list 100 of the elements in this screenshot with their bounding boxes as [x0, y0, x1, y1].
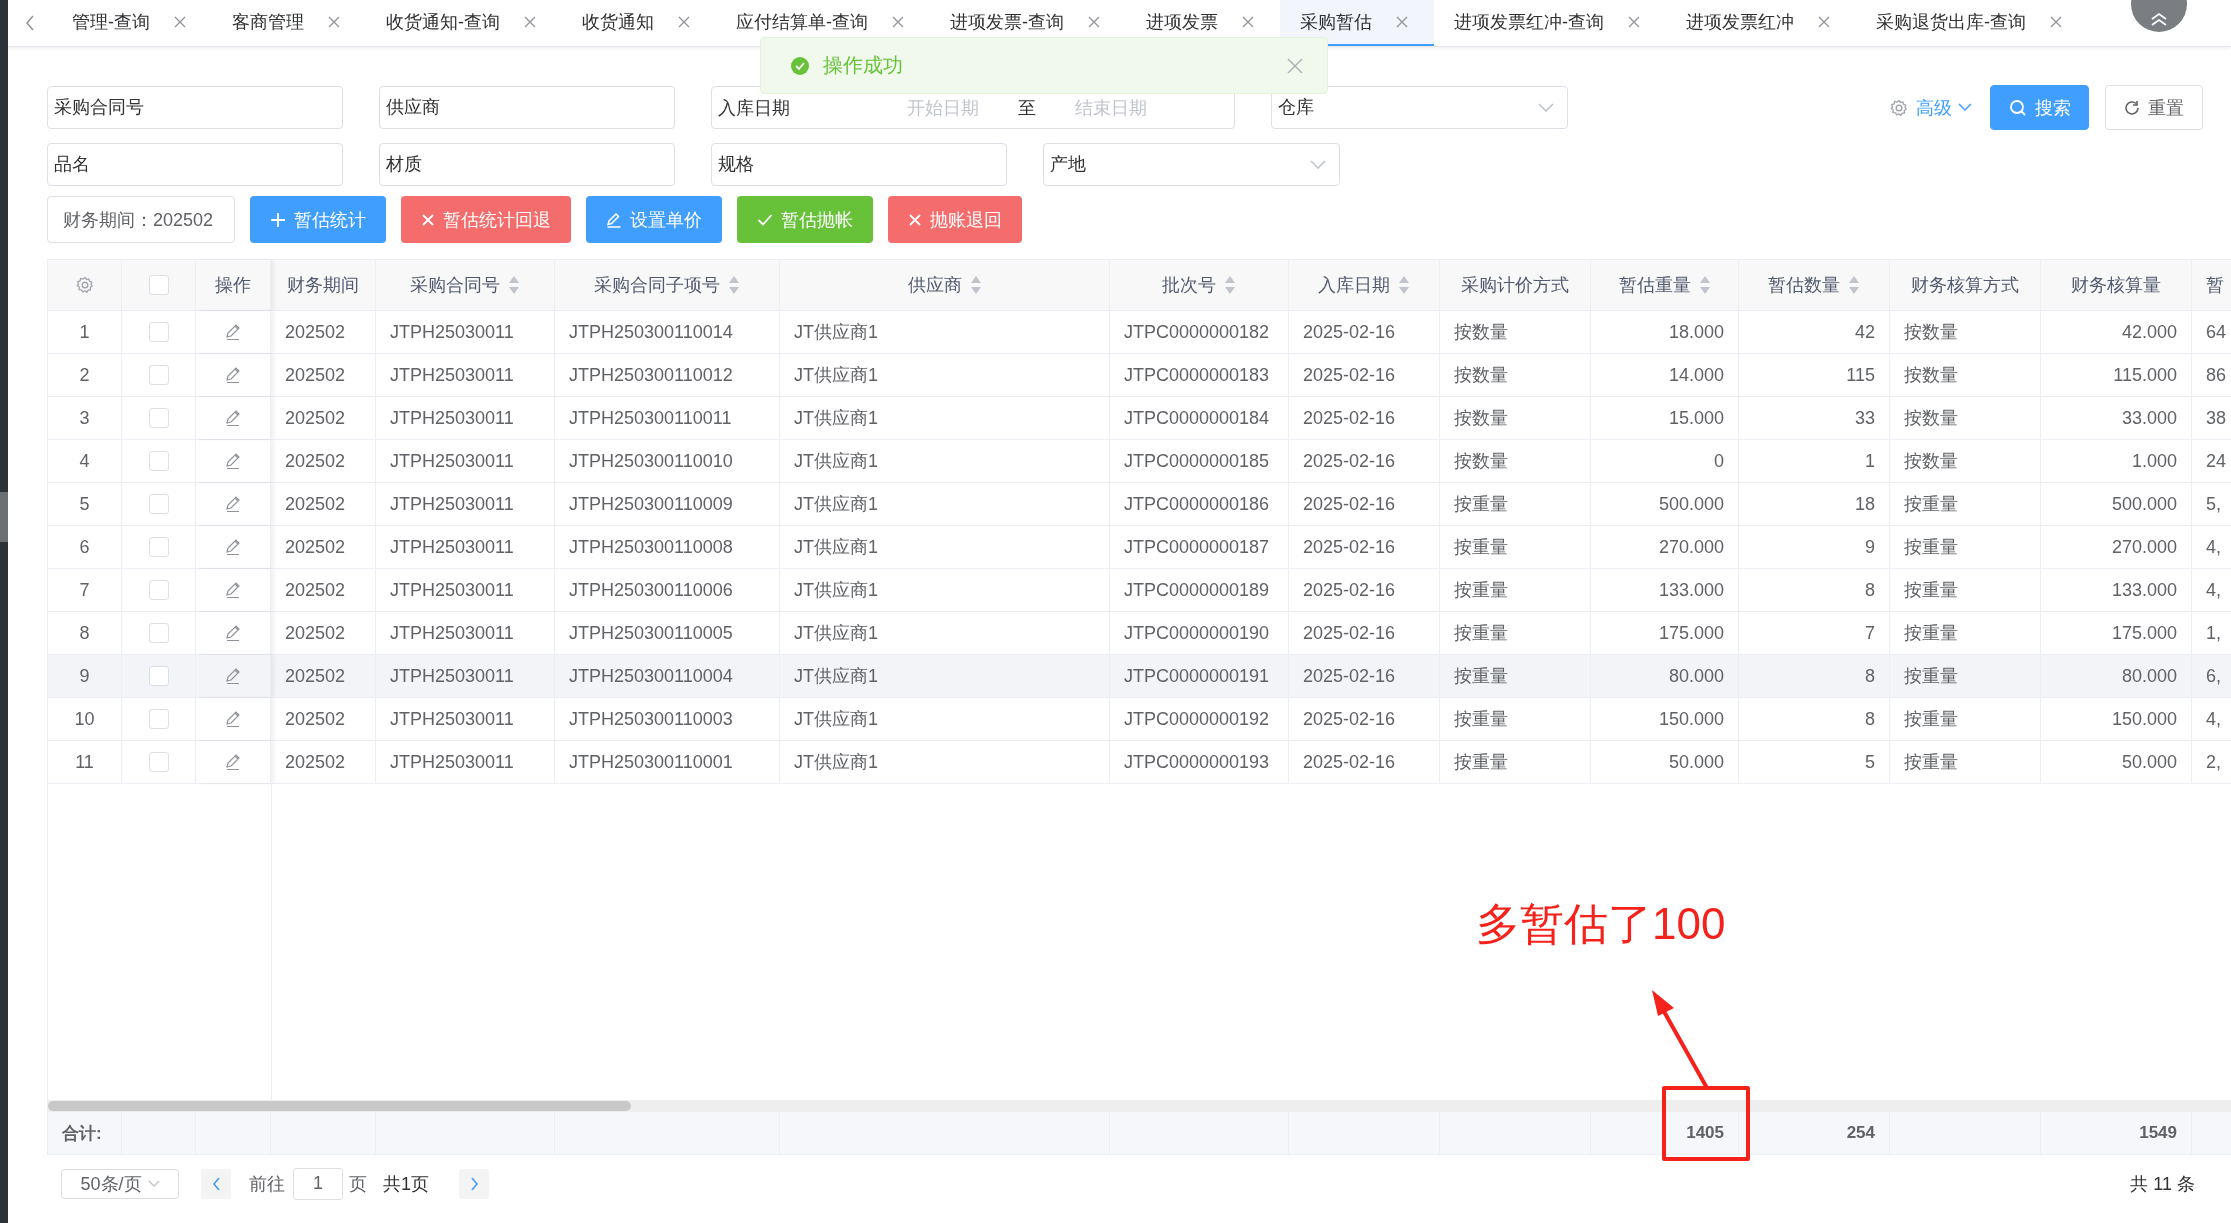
- checkbox[interactable]: [148, 709, 169, 729]
- close-icon[interactable]: [2050, 16, 2062, 28]
- sort-icon[interactable]: [508, 275, 520, 295]
- close-icon[interactable]: [174, 16, 186, 28]
- tab[interactable]: 进项发票红冲: [1666, 0, 1856, 46]
- tab[interactable]: 应付结算单-查询: [716, 0, 930, 46]
- text-field[interactable]: 供应商: [379, 86, 675, 129]
- column-header[interactable]: 采购计价方式: [1461, 273, 1569, 297]
- pencil-icon[interactable]: [224, 409, 242, 427]
- column-header[interactable]: 采购合同子项号: [594, 273, 740, 297]
- pencil-icon[interactable]: [224, 452, 242, 470]
- table-row[interactable]: 4 202502 JTPH25030011 JTPH250300110010 JT供应商1 JTPC0000000185 2025-02-16 按数量 0 1 按数量 1.000 24: [48, 440, 2231, 483]
- close-icon[interactable]: [678, 16, 690, 28]
- close-icon[interactable]: [1088, 16, 1100, 28]
- pencil-icon[interactable]: [224, 753, 242, 771]
- column-header[interactable]: 暂估重量: [1618, 273, 1711, 297]
- page-size-select[interactable]: 50条/页: [61, 1168, 179, 1199]
- collapse-handle[interactable]: [0, 492, 8, 542]
- scrollbar-thumb[interactable]: [48, 1101, 631, 1111]
- table-row[interactable]: 11 202502 JTPH25030011 JTPH250300110001 JT供应商1 JTPC0000000193 2025-02-16 按重量 50.000 5 按重量 50.000 2,: [48, 741, 2231, 784]
- close-icon[interactable]: [892, 16, 904, 28]
- text-field[interactable]: 规格: [711, 143, 1007, 186]
- table-cell: 2025-02-16: [1303, 407, 1396, 429]
- close-icon[interactable]: [524, 16, 536, 28]
- close-icon[interactable]: [1287, 57, 1303, 74]
- table-cell: 150.000: [1658, 708, 1724, 730]
- text-field[interactable]: 品名: [47, 143, 343, 186]
- table-row[interactable]: 2 202502 JTPH25030011 JTPH250300110012 JT供应商1 JTPC0000000183 2025-02-16 按数量 14.000 115 按数量 115.000 86: [48, 354, 2231, 397]
- table-row[interactable]: 9 202502 JTPH25030011 JTPH250300110004 JT供应商1 JTPC0000000191 2025-02-16 按重量 80.000 8 按重量 80.000 6,: [48, 655, 2231, 698]
- next-page-button[interactable]: [459, 1168, 489, 1199]
- checkbox[interactable]: [148, 365, 169, 385]
- checkbox[interactable]: [148, 494, 169, 514]
- column-header[interactable]: 财务核算方式: [1911, 273, 2019, 297]
- pencil-icon[interactable]: [224, 366, 242, 384]
- tab[interactable]: 采购退货出库-查询: [1856, 0, 2088, 46]
- pencil-icon[interactable]: [224, 624, 242, 642]
- tab[interactable]: 进项发票-查询: [930, 0, 1126, 46]
- pencil-icon[interactable]: [224, 581, 242, 599]
- column-header[interactable]: 批次号: [1162, 273, 1236, 297]
- select-field[interactable]: 仓库: [1271, 86, 1568, 129]
- checkbox[interactable]: [148, 666, 169, 686]
- column-header[interactable]: 财务期间: [287, 273, 359, 297]
- page-unit: 页: [349, 1172, 367, 1196]
- pencil-icon[interactable]: [224, 710, 242, 728]
- close-icon[interactable]: [1242, 16, 1254, 28]
- sort-icon[interactable]: [1698, 275, 1711, 295]
- text-field[interactable]: 材质: [379, 143, 675, 186]
- sort-icon[interactable]: [1224, 275, 1236, 295]
- tab[interactable]: 管理-查询: [52, 0, 212, 46]
- column-header[interactable]: 供应商: [907, 273, 982, 297]
- pencil-icon[interactable]: [224, 667, 242, 685]
- tab[interactable]: 采购暂估: [1280, 0, 1434, 46]
- checkbox[interactable]: [148, 275, 169, 295]
- checkbox[interactable]: [148, 408, 169, 428]
- column-header[interactable]: 入库日期: [1318, 273, 1410, 297]
- settings-icon[interactable]: [1890, 98, 1908, 117]
- pencil-icon[interactable]: [224, 495, 242, 513]
- column-header[interactable]: 暂: [2206, 273, 2224, 297]
- close-icon[interactable]: [1628, 16, 1640, 28]
- table-cell-text: 按重量: [1904, 622, 1958, 645]
- column-header[interactable]: 暂估数量: [1768, 273, 1860, 297]
- table-cell-text: 按重量: [1454, 751, 1508, 774]
- tab[interactable]: 收货通知: [562, 0, 716, 46]
- table-row[interactable]: 1 202502 JTPH25030011 JTPH250300110014 JT供应商1 JTPC0000000182 2025-02-16 按数量 18.000 42 按数量 42.000 64: [48, 311, 2231, 354]
- table-cell-text: 按数量: [1454, 407, 1508, 430]
- table-row[interactable]: 6 202502 JTPH25030011 JTPH250300110008 JT供应商1 JTPC0000000187 2025-02-16 按重量 270.000 9 按重量 270.000 4,: [48, 526, 2231, 569]
- column-header[interactable]: 财务核算量: [2071, 273, 2161, 297]
- text-field[interactable]: 采购合同号: [47, 86, 343, 129]
- column-header[interactable]: 采购合同号: [410, 273, 520, 297]
- close-icon[interactable]: [1818, 16, 1830, 28]
- sort-icon[interactable]: [969, 275, 982, 295]
- pencil-icon[interactable]: [224, 323, 242, 341]
- tab[interactable]: 进项发票: [1126, 0, 1280, 46]
- close-icon[interactable]: [1396, 16, 1408, 28]
- checkbox[interactable]: [148, 752, 169, 772]
- settings-icon[interactable]: [75, 276, 94, 294]
- checkbox[interactable]: [148, 451, 169, 471]
- chevron-left-icon[interactable]: [25, 15, 35, 31]
- sort-icon[interactable]: [1398, 275, 1410, 295]
- checkbox[interactable]: [148, 537, 169, 557]
- tab[interactable]: 进项发票红冲-查询: [1434, 0, 1666, 46]
- sort-icon[interactable]: [1848, 275, 1860, 295]
- table-cell: 175.000: [2111, 622, 2177, 644]
- table-row[interactable]: 10 202502 JTPH25030011 JTPH250300110003 JT供应商1 JTPC0000000192 2025-02-16 按重量 150.000 8 按重量 150.000 4,: [48, 698, 2231, 741]
- checkbox[interactable]: [148, 322, 169, 342]
- pencil-icon[interactable]: [224, 538, 242, 556]
- tab[interactable]: 客商管理: [212, 0, 366, 46]
- close-icon[interactable]: [328, 16, 340, 28]
- sort-icon[interactable]: [728, 275, 740, 295]
- period-field[interactable]: 财务期间：202502: [47, 196, 235, 243]
- select-field[interactable]: 产地: [1043, 143, 1340, 186]
- checkbox[interactable]: [148, 580, 169, 600]
- checkbox[interactable]: [148, 623, 169, 643]
- table-row[interactable]: 3 202502 JTPH25030011 JTPH250300110011 JT供应商1 JTPC0000000184 2025-02-16 按数量 15.000 33 按数量 33.000 38: [48, 397, 2231, 440]
- page-input[interactable]: 1: [293, 1167, 343, 1200]
- table-row[interactable]: 7 202502 JTPH25030011 JTPH250300110006 JT供应商1 JTPC0000000189 2025-02-16 按重量 133.000 8 按重量 133.000 4,: [48, 569, 2231, 612]
- tab[interactable]: 收货通知-查询: [366, 0, 562, 46]
- reset-button[interactable]: 重置: [2105, 85, 2203, 130]
- table-row[interactable]: 5 202502 JTPH25030011 JTPH250300110009 JT供应商1 JTPC0000000186 2025-02-16 按重量 500.000 18 按重量 500.000 5,: [48, 483, 2231, 526]
- previous-page-button[interactable]: [201, 1168, 231, 1199]
